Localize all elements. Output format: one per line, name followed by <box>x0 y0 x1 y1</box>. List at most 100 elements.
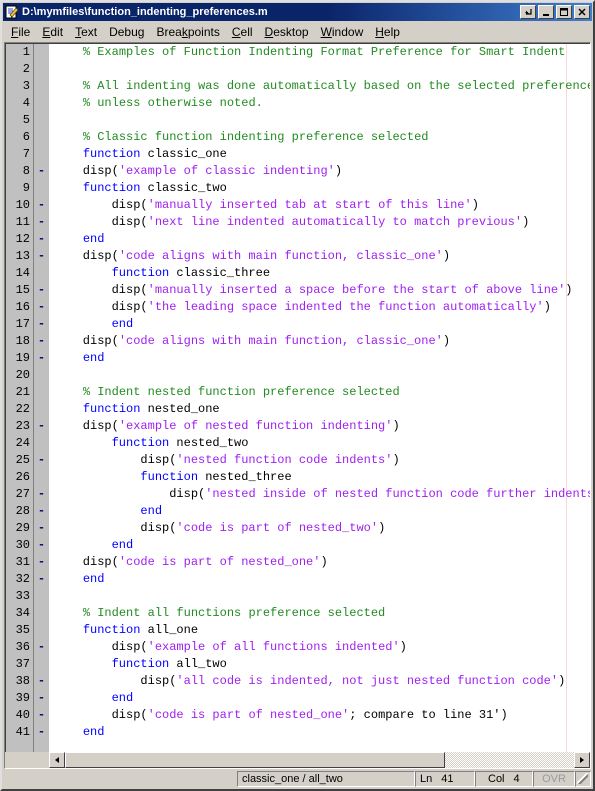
breakpoint-marker[interactable]: - <box>34 282 49 299</box>
menu-item-window[interactable]: Window <box>315 23 370 41</box>
scroll-track-remainder[interactable] <box>445 752 574 768</box>
code-text-area[interactable]: % Examples of Function Indenting Format … <box>50 44 590 752</box>
scroll-right-button[interactable] <box>574 752 590 768</box>
code-line[interactable]: disp('code aligns with main function, cl… <box>54 248 590 265</box>
breakpoint-marker[interactable]: - <box>34 520 49 537</box>
code-line[interactable] <box>54 367 590 384</box>
breakpoint-marker[interactable]: - <box>34 690 49 707</box>
menu-item-text[interactable]: Text <box>69 23 103 41</box>
code-line[interactable]: disp('example of nested function indenti… <box>54 418 590 435</box>
breakpoint-marker[interactable]: - <box>34 452 49 469</box>
breakpoint-marker[interactable] <box>34 622 49 639</box>
breakpoint-marker[interactable]: - <box>34 418 49 435</box>
breakpoint-marker[interactable] <box>34 78 49 95</box>
code-line[interactable]: function classic_three <box>54 265 590 282</box>
breakpoint-marker[interactable] <box>34 384 49 401</box>
breakpoint-marker[interactable] <box>34 95 49 112</box>
breakpoint-marker[interactable]: - <box>34 214 49 231</box>
breakpoint-marker[interactable]: - <box>34 231 49 248</box>
code-line[interactable]: disp('nested inside of nested function c… <box>54 486 590 503</box>
menu-item-debug[interactable]: Debug <box>103 23 150 41</box>
breakpoint-marker[interactable] <box>34 401 49 418</box>
breakpoint-marker[interactable]: - <box>34 248 49 265</box>
breakpoint-marker[interactable]: - <box>34 197 49 214</box>
breakpoint-marker[interactable] <box>34 44 49 61</box>
code-line[interactable]: disp('code is part of nested_one'; compa… <box>54 707 590 724</box>
menu-item-help[interactable]: Help <box>369 23 406 41</box>
code-line[interactable]: disp('the leading space indented the fun… <box>54 299 590 316</box>
breakpoint-marker[interactable]: - <box>34 571 49 588</box>
minimize-button[interactable] <box>538 5 554 19</box>
breakpoint-marker[interactable] <box>34 435 49 452</box>
code-line[interactable]: disp('manually inserted a space before t… <box>54 282 590 299</box>
code-line[interactable]: % Classic function indenting preference … <box>54 129 590 146</box>
breakpoint-marker[interactable] <box>34 605 49 622</box>
maximize-button[interactable] <box>556 5 572 19</box>
code-line[interactable]: disp('manually inserted tab at start of … <box>54 197 590 214</box>
code-line[interactable]: function nested_three <box>54 469 590 486</box>
code-line[interactable]: % All indenting was done automatically b… <box>54 78 590 95</box>
breakpoint-marker[interactable] <box>34 469 49 486</box>
code-line[interactable]: function nested_one <box>54 401 590 418</box>
code-line[interactable]: end <box>54 503 590 520</box>
code-line[interactable]: function classic_two <box>54 180 590 197</box>
code-line[interactable]: disp('code is part of nested_two') <box>54 520 590 537</box>
breakpoint-marker[interactable]: - <box>34 537 49 554</box>
code-line[interactable]: disp('nested function code indents') <box>54 452 590 469</box>
code-line[interactable] <box>54 112 590 129</box>
breakpoint-marker[interactable]: - <box>34 724 49 741</box>
close-button[interactable] <box>574 5 590 19</box>
code-line[interactable]: end <box>54 571 590 588</box>
breakpoint-marker[interactable]: - <box>34 333 49 350</box>
breakpoint-marker[interactable] <box>34 129 49 146</box>
breakpoint-marker[interactable]: - <box>34 503 49 520</box>
breakpoint-marker[interactable]: - <box>34 299 49 316</box>
breakpoint-marker[interactable]: - <box>34 554 49 571</box>
breakpoint-marker[interactable]: - <box>34 163 49 180</box>
horizontal-scroll-thumb[interactable] <box>65 752 445 768</box>
breakpoint-marker[interactable]: - <box>34 673 49 690</box>
code-line[interactable]: % Examples of Function Indenting Format … <box>54 44 590 61</box>
breakpoint-marker[interactable]: - <box>34 639 49 656</box>
breakpoint-marker[interactable]: - <box>34 350 49 367</box>
menu-item-breakpoints[interactable]: Breakpoints <box>150 23 225 41</box>
undock-button[interactable] <box>520 5 536 19</box>
code-line[interactable]: function all_two <box>54 656 590 673</box>
code-line[interactable] <box>54 61 590 78</box>
title-bar[interactable]: D:\mymfiles\function_indenting_preferenc… <box>3 3 592 21</box>
breakpoint-column[interactable]: - ---- ----- - - ------ - ---- <box>34 44 49 752</box>
status-overwrite-pane[interactable]: OVR <box>533 771 575 787</box>
code-line[interactable]: disp('all code is indented, not just nes… <box>54 673 590 690</box>
breakpoint-marker[interactable] <box>34 61 49 78</box>
code-lines[interactable]: % Examples of Function Indenting Format … <box>54 44 590 741</box>
code-line[interactable]: % Indent all functions preference select… <box>54 605 590 622</box>
code-line[interactable]: disp('example of classic indenting') <box>54 163 590 180</box>
breakpoint-marker[interactable]: - <box>34 707 49 724</box>
breakpoint-marker[interactable] <box>34 588 49 605</box>
menu-item-desktop[interactable]: Desktop <box>259 23 315 41</box>
breakpoint-marker[interactable] <box>34 112 49 129</box>
code-line[interactable]: disp('example of all functions indented'… <box>54 639 590 656</box>
code-line[interactable]: function classic_one <box>54 146 590 163</box>
breakpoint-marker[interactable] <box>34 656 49 673</box>
code-line[interactable]: function nested_two <box>54 435 590 452</box>
code-line[interactable]: % Indent nested function preference sele… <box>54 384 590 401</box>
code-line[interactable]: disp('code is part of nested_one') <box>54 554 590 571</box>
code-line[interactable]: function all_one <box>54 622 590 639</box>
scroll-left-button[interactable] <box>49 752 65 768</box>
code-line[interactable]: end <box>54 350 590 367</box>
menu-item-cell[interactable]: Cell <box>226 23 259 41</box>
horizontal-scroll-track[interactable] <box>49 752 590 768</box>
code-line[interactable]: end <box>54 724 590 741</box>
menu-item-file[interactable]: File <box>5 23 36 41</box>
breakpoint-marker[interactable] <box>34 265 49 282</box>
code-line[interactable]: disp('code aligns with main function, cl… <box>54 333 590 350</box>
code-line[interactable]: end <box>54 690 590 707</box>
code-line[interactable]: end <box>54 316 590 333</box>
code-line[interactable]: end <box>54 537 590 554</box>
code-line[interactable] <box>54 588 590 605</box>
resize-grip[interactable] <box>575 771 591 787</box>
breakpoint-marker[interactable] <box>34 367 49 384</box>
menu-item-edit[interactable]: Edit <box>36 23 69 41</box>
breakpoint-marker[interactable] <box>34 146 49 163</box>
